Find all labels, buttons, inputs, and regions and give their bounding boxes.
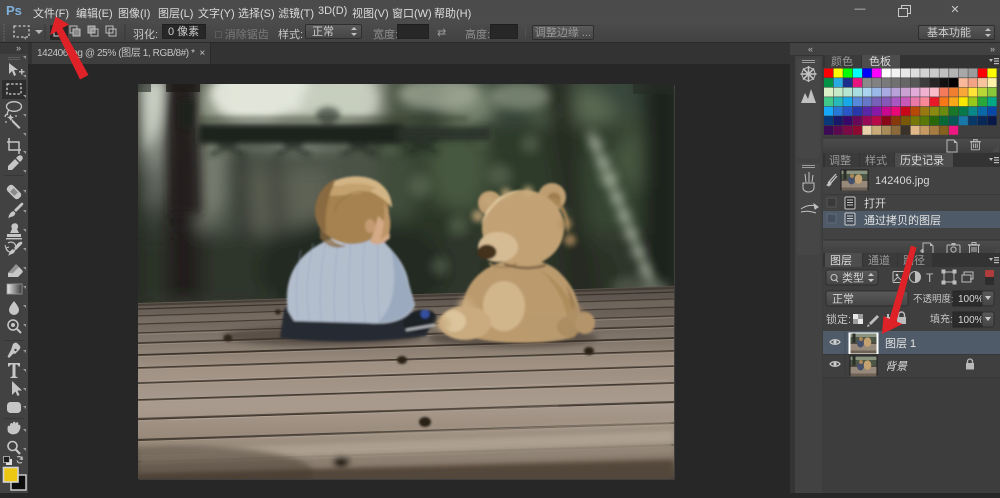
svg-text:100%: 100% (958, 315, 984, 326)
svg-text:通过拷贝的图层: 通过拷贝的图层 (864, 213, 941, 227)
svg-text:路径: 路径 (903, 254, 925, 267)
svg-text:通道: 通道 (868, 253, 890, 267)
svg-text:打开: 打开 (864, 196, 886, 210)
svg-text:»: » (990, 44, 995, 54)
svg-text:样式: 样式 (865, 153, 887, 167)
svg-text:类型: 类型 (842, 271, 864, 285)
svg-text:图层 1: 图层 1 (885, 337, 916, 350)
svg-text:历史记录: 历史记录 (900, 154, 944, 167)
svg-text:142406.jpg: 142406.jpg (875, 175, 929, 187)
svg-text:背景: 背景 (885, 360, 908, 373)
svg-text:锁定:: 锁定: (826, 312, 851, 326)
svg-text:调整: 调整 (829, 153, 851, 167)
svg-text:颜色: 颜色 (831, 54, 853, 68)
svg-text:»: » (16, 43, 21, 53)
svg-text:不透明度:: 不透明度: (913, 293, 954, 305)
svg-text:T: T (926, 271, 934, 285)
svg-text:100%: 100% (958, 294, 984, 305)
svg-text:色板: 色板 (869, 54, 891, 68)
svg-text:«: « (808, 44, 813, 54)
svg-text:图层: 图层 (830, 254, 852, 267)
svg-text:填充:: 填充: (930, 313, 953, 326)
svg-text:正常: 正常 (832, 293, 854, 306)
